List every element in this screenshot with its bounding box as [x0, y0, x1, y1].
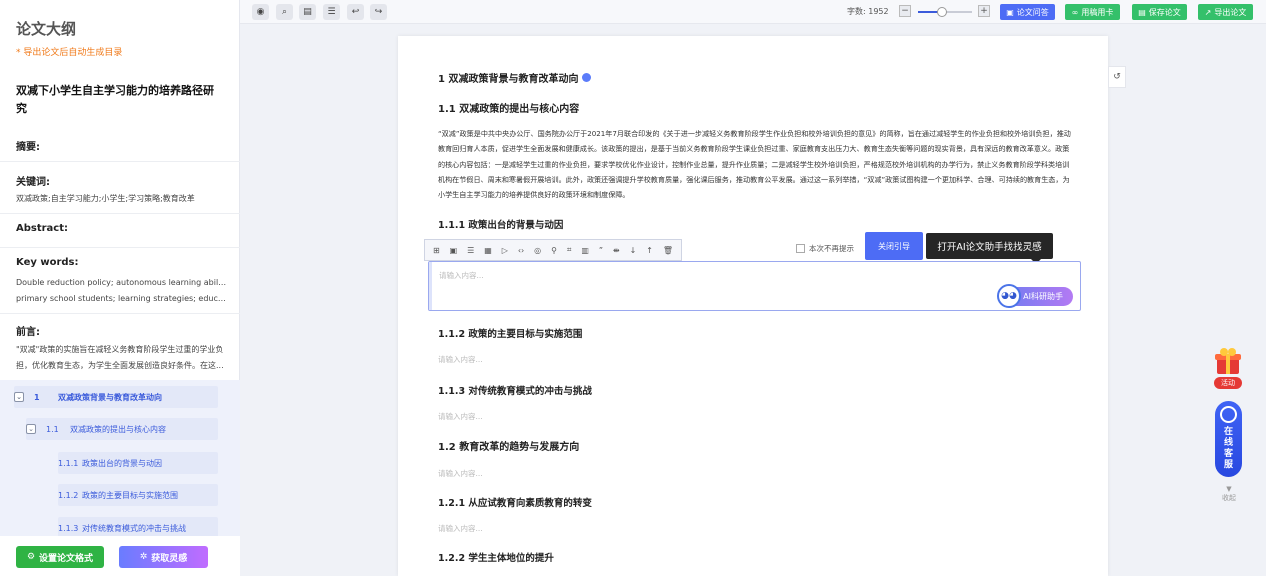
redo-icon[interactable]: ↪: [370, 4, 387, 20]
add-block-icon[interactable]: ⊞: [433, 246, 440, 255]
preface-line1: "双减"政策的实施旨在减轻义务教育阶段学生过重的学业负: [16, 345, 224, 354]
chart-icon[interactable]: ▥: [581, 246, 589, 255]
link-icon: ∞: [1071, 7, 1079, 17]
move-down-icon[interactable]: ↓: [630, 246, 637, 255]
code-icon[interactable]: ‹›: [518, 246, 524, 255]
no-more-checkbox[interactable]: [796, 244, 805, 253]
top-toolbar: ◉ ⌕ ▤ ☰ ↩ ↪ 字数: 1952 − + ▣ 论文问答 ∞ 用稿用卡 ▤ 保存…: [240, 0, 1266, 24]
outline-title: 论文大纲: [16, 20, 77, 38]
search-doc-icon[interactable]: ⌕: [276, 4, 293, 20]
abstract-label: 摘要:: [16, 142, 40, 153]
save-icon: ▤: [1138, 7, 1146, 17]
sparkle-icon: ✲: [139, 552, 148, 562]
table-icon[interactable]: ▦: [484, 246, 492, 255]
toc-item-1-1[interactable]: ⌄ 1.1 双减政策的提出与核心内容: [26, 418, 218, 440]
heading-1-2[interactable]: 1.2 教育改革的趋势与发展方向: [438, 438, 579, 453]
placeholder[interactable]: 请输入内容...: [438, 523, 483, 534]
list-icon[interactable]: ☰: [323, 4, 340, 20]
editor-input-area[interactable]: 请输入内容... ◕◕ AI科研助手: [428, 261, 1081, 311]
heading-1-2-1[interactable]: 1.2.1 从应试教育向素质教育的转变: [438, 495, 592, 509]
ai-assistant-button[interactable]: ◕◕ AI科研助手: [997, 284, 1073, 308]
export-paper-button[interactable]: ↗ 导出论文: [1198, 4, 1253, 20]
chevron-down-icon[interactable]: ⌄: [14, 392, 24, 402]
move-up-icon[interactable]: ↑: [646, 246, 653, 255]
editor-placeholder: 请输入内容...: [439, 271, 484, 280]
keywords-en-line1: Double reduction policy; autonomous lear…: [16, 278, 228, 287]
get-inspiration-button[interactable]: ✲ 获取灵感: [119, 546, 208, 568]
word-count: 字数: 1952: [847, 7, 889, 16]
save-icon[interactable]: ▤: [299, 4, 316, 20]
preface-label: 前言:: [16, 327, 40, 338]
export-icon: ↗: [1204, 7, 1212, 17]
keywords-label: 关键词:: [16, 177, 50, 188]
toc-item-1-1-3[interactable]: 1.1.3 对传统教育模式的冲击与挑战: [58, 517, 218, 536]
set-format-button[interactable]: ⚙ 设置论文格式: [16, 546, 104, 568]
editor-edge: [429, 262, 432, 310]
placeholder[interactable]: 请输入内容...: [438, 411, 483, 422]
zoom-slider[interactable]: [918, 7, 972, 17]
heading-1-1-2[interactable]: 1.1.2 政策的主要目标与实施范围: [438, 326, 582, 340]
abstract-en-section[interactable]: Abstract:: [0, 214, 240, 248]
heading-1-1-1[interactable]: 1.1.1 政策出台的背景与动因: [438, 217, 563, 231]
activity-tag[interactable]: 活动: [1214, 377, 1242, 389]
abstract-en-label: Abstract:: [16, 223, 69, 234]
history-icon[interactable]: ↺: [1108, 66, 1126, 88]
export-hint: * 导出论文后自动生成目录: [16, 48, 123, 58]
zoom-handle[interactable]: [937, 7, 948, 17]
document-page: 1 双减政策背景与教育改革动向 1.1 双减政策的提出与核心内容 “双减”政策是…: [398, 36, 1108, 576]
keywords-en-label: Key words:: [16, 257, 79, 268]
robot-icon: ◕◕: [997, 284, 1021, 308]
toc-item-1-1-1[interactable]: 1.1.1 政策出台的背景与动因: [58, 452, 218, 474]
no-more-tip[interactable]: 本次不再提示: [796, 243, 854, 254]
keywords-section[interactable]: 关键词: 双减政策;自主学习能力;小学生;学习策略;教育改革: [0, 162, 240, 214]
chevron-down-icon[interactable]: ⌄: [26, 424, 36, 434]
paragraph[interactable]: “双减”政策是中共中央办公厅、国务院办公厅于2021年7月联合印发的《关于进一步…: [438, 126, 1074, 202]
keywords-en-line2: primary school students; learning strate…: [16, 294, 228, 303]
collapse-button[interactable]: ▼ 收起: [1217, 485, 1241, 503]
qa-icon: ▣: [1006, 7, 1014, 17]
placeholder[interactable]: 请输入内容...: [438, 468, 483, 479]
formula-icon[interactable]: ⌗: [567, 245, 572, 255]
abstract-section[interactable]: 摘要:: [0, 128, 240, 162]
placeholder[interactable]: 请输入内容...: [438, 354, 483, 365]
heading-1-1[interactable]: 1.1 双减政策的提出与核心内容: [438, 100, 579, 115]
save-paper-button[interactable]: ▤ 保存论文: [1132, 4, 1187, 20]
toc-list: ⌄ 1 双减政策背景与教育改革动向 ⌄ 1.1 双减政策的提出与核心内容 1.1…: [0, 380, 240, 536]
video-icon[interactable]: ▷: [502, 246, 508, 255]
heading-1-1-3[interactable]: 1.1.3 对传统教育模式的冲击与挑战: [438, 383, 592, 397]
diagram-icon[interactable]: ⚲: [551, 246, 557, 255]
outline-sidebar: 论文大纲 * 导出论文后自动生成目录 双减下小学生自主学习能力的培养路径研究 摘…: [0, 0, 240, 576]
split-icon[interactable]: ⇼: [613, 246, 620, 255]
online-service-button[interactable]: 在线客服: [1215, 401, 1242, 477]
sidebar-footer: ⚙ 设置论文格式 ✲ 获取灵感: [0, 536, 240, 576]
location-icon[interactable]: ◎: [534, 246, 541, 255]
quote-icon[interactable]: ”: [599, 246, 603, 255]
delete-icon[interactable]: 🗑: [663, 246, 673, 255]
toc-item-1[interactable]: ⌄ 1 双减政策背景与教育改革动向: [14, 386, 218, 408]
paper-qa-button[interactable]: ▣ 论文问答: [1000, 4, 1055, 20]
ai-tip-tooltip: 打开AI论文助手找找灵感: [926, 233, 1053, 259]
zoom-out-button[interactable]: −: [899, 5, 911, 17]
editor-toolbar: ⊞ ▣ ☰ ▦ ▷ ‹› ◎ ⚲ ⌗ ▥ ” ⇼ ↓ ↑ 🗑: [424, 239, 682, 261]
headset-icon: [1220, 406, 1237, 423]
heading-1-2-2[interactable]: 1.2.2 学生主体地位的提升: [438, 550, 554, 564]
preface-line2: 担，优化教育生态，为学生全面发展创造良好条件。在这...: [16, 361, 224, 370]
eye-icon[interactable]: ◉: [252, 4, 269, 20]
gift-icon[interactable]: [1212, 345, 1244, 377]
doc-title[interactable]: 双减下小学生自主学习能力的培养路径研究: [16, 82, 216, 118]
list-icon[interactable]: ☰: [467, 246, 474, 255]
heading-1[interactable]: 1 双减政策背景与教育改革动向: [438, 70, 592, 85]
image-icon[interactable]: ▣: [450, 246, 458, 255]
preface-section[interactable]: 前言: "双减"政策的实施旨在减轻义务教育阶段学生过重的学业负 担，优化教育生态…: [0, 314, 240, 380]
keywords-en-section[interactable]: Key words: Double reduction policy; auto…: [0, 248, 240, 314]
zoom-in-button[interactable]: +: [978, 5, 990, 17]
gear-icon: ⚙: [26, 552, 36, 562]
ai-dot-icon[interactable]: [582, 73, 592, 82]
triangle-down-icon: ▼: [1226, 485, 1232, 493]
close-guide-button[interactable]: 关闭引导: [865, 232, 923, 260]
toc-item-1-1-2[interactable]: 1.1.2 政策的主要目标与实施范围: [58, 484, 218, 506]
keywords-text: 双减政策;自主学习能力;小学生;学习策略;教育改革: [16, 194, 195, 203]
use-card-button[interactable]: ∞ 用稿用卡: [1065, 4, 1120, 20]
undo-icon[interactable]: ↩: [347, 4, 364, 20]
